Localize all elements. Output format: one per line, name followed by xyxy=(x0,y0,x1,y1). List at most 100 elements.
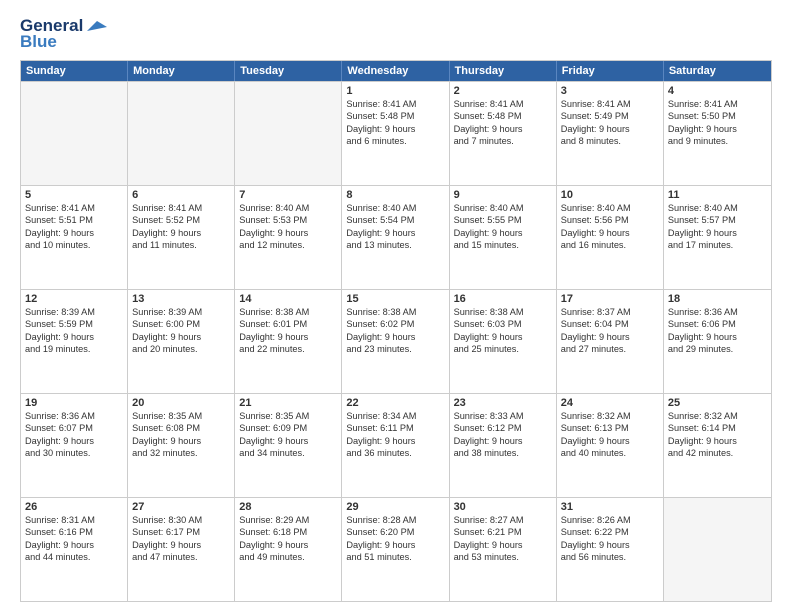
day-cell-11: 11 Sunrise: 8:40 AM Sunset: 5:57 PM Dayli… xyxy=(664,186,771,289)
day-number: 22 xyxy=(346,397,444,409)
day-number: 11 xyxy=(668,189,767,201)
day-cell-14: 14 Sunrise: 8:38 AM Sunset: 6:01 PM Dayli… xyxy=(235,290,342,393)
day-cell-28: 28 Sunrise: 8:29 AM Sunset: 6:18 PM Dayli… xyxy=(235,498,342,601)
week-row-3: 12Sunrise: 8:39 AM Sunset: 5:59 PM Dayli… xyxy=(21,289,771,393)
week-row-4: 19 Sunrise: 8:36 AM Sunset: 6:07 PM Dayli… xyxy=(21,393,771,497)
day-number: 16 xyxy=(454,293,552,305)
day-number: 14 xyxy=(239,293,337,305)
day-cell-26: 26Sunrise: 8:31 AM Sunset: 6:16 PM Dayli… xyxy=(21,498,128,601)
empty-cell xyxy=(235,82,342,185)
day-cell-18: 18 Sunrise: 8:36 AM Sunset: 6:06 PM Dayli… xyxy=(664,290,771,393)
day-header-thursday: Thursday xyxy=(450,61,557,81)
day-info: Sunrise: 8:40 AM Sunset: 5:55 PM Dayligh… xyxy=(454,203,524,250)
day-cell-24: 24 Sunrise: 8:32 AM Sunset: 6:13 PM Dayli… xyxy=(557,394,664,497)
day-header-monday: Monday xyxy=(128,61,235,81)
day-number: 18 xyxy=(668,293,767,305)
day-number: 7 xyxy=(239,189,337,201)
empty-cell xyxy=(128,82,235,185)
day-info: Sunrise: 8:38 AM Sunset: 6:03 PM Dayligh… xyxy=(454,307,524,354)
day-number: 19 xyxy=(25,397,123,409)
day-number: 25 xyxy=(668,397,767,409)
day-cell-21: 21 Sunrise: 8:35 AM Sunset: 6:09 PM Dayli… xyxy=(235,394,342,497)
day-number: 6 xyxy=(132,189,230,201)
day-number: 15 xyxy=(346,293,444,305)
day-info: Sunrise: 8:28 AM Sunset: 6:20 PM Dayligh… xyxy=(346,515,416,562)
day-info: Sunrise: 8:36 AM Sunset: 6:06 PM Dayligh… xyxy=(668,307,738,354)
day-info: Sunrise: 8:29 AM Sunset: 6:18 PM Dayligh… xyxy=(239,515,309,562)
day-cell-4: 4Sunrise: 8:41 AM Sunset: 5:50 PM Daylig… xyxy=(664,82,771,185)
day-number: 24 xyxy=(561,397,659,409)
calendar: SundayMondayTuesdayWednesdayThursdayFrid… xyxy=(20,60,772,602)
day-info: Sunrise: 8:40 AM Sunset: 5:53 PM Dayligh… xyxy=(239,203,309,250)
day-info: Sunrise: 8:31 AM Sunset: 6:16 PM Dayligh… xyxy=(25,515,95,562)
day-info: Sunrise: 8:38 AM Sunset: 6:02 PM Dayligh… xyxy=(346,307,416,354)
day-info: Sunrise: 8:41 AM Sunset: 5:49 PM Dayligh… xyxy=(561,99,631,146)
day-cell-29: 29 Sunrise: 8:28 AM Sunset: 6:20 PM Dayli… xyxy=(342,498,449,601)
day-info: Sunrise: 8:40 AM Sunset: 5:56 PM Dayligh… xyxy=(561,203,631,250)
day-number: 23 xyxy=(454,397,552,409)
day-info: Sunrise: 8:41 AM Sunset: 5:51 PM Dayligh… xyxy=(25,203,95,250)
day-header-sunday: Sunday xyxy=(21,61,128,81)
day-cell-20: 20Sunrise: 8:35 AM Sunset: 6:08 PM Dayli… xyxy=(128,394,235,497)
day-cell-10: 10Sunrise: 8:40 AM Sunset: 5:56 PM Dayli… xyxy=(557,186,664,289)
day-cell-9: 9 Sunrise: 8:40 AM Sunset: 5:55 PM Daylig… xyxy=(450,186,557,289)
week-row-2: 5 Sunrise: 8:41 AM Sunset: 5:51 PM Daylig… xyxy=(21,185,771,289)
day-cell-23: 23Sunrise: 8:33 AM Sunset: 6:12 PM Dayli… xyxy=(450,394,557,497)
day-number: 28 xyxy=(239,501,337,513)
day-number: 8 xyxy=(346,189,444,201)
calendar-header: SundayMondayTuesdayWednesdayThursdayFrid… xyxy=(21,61,771,81)
day-cell-3: 3 Sunrise: 8:41 AM Sunset: 5:49 PM Daylig… xyxy=(557,82,664,185)
header: General Blue xyxy=(20,16,772,52)
day-cell-7: 7 Sunrise: 8:40 AM Sunset: 5:53 PM Daylig… xyxy=(235,186,342,289)
day-cell-5: 5 Sunrise: 8:41 AM Sunset: 5:51 PM Daylig… xyxy=(21,186,128,289)
week-row-1: 1 Sunrise: 8:41 AM Sunset: 5:48 PM Daylig… xyxy=(21,81,771,185)
day-info: Sunrise: 8:40 AM Sunset: 5:57 PM Dayligh… xyxy=(668,203,738,250)
calendar-body: 1 Sunrise: 8:41 AM Sunset: 5:48 PM Daylig… xyxy=(21,81,771,601)
day-number: 2 xyxy=(454,85,552,97)
day-cell-25: 25Sunrise: 8:32 AM Sunset: 6:14 PM Dayli… xyxy=(664,394,771,497)
day-number: 29 xyxy=(346,501,444,513)
day-number: 13 xyxy=(132,293,230,305)
day-info: Sunrise: 8:38 AM Sunset: 6:01 PM Dayligh… xyxy=(239,307,309,354)
empty-cell xyxy=(21,82,128,185)
day-info: Sunrise: 8:35 AM Sunset: 6:09 PM Dayligh… xyxy=(239,411,309,458)
logo-blue: Blue xyxy=(20,32,57,52)
day-number: 21 xyxy=(239,397,337,409)
day-info: Sunrise: 8:39 AM Sunset: 6:00 PM Dayligh… xyxy=(132,307,202,354)
day-cell-13: 13 Sunrise: 8:39 AM Sunset: 6:00 PM Dayli… xyxy=(128,290,235,393)
day-info: Sunrise: 8:35 AM Sunset: 6:08 PM Dayligh… xyxy=(132,411,202,458)
day-header-friday: Friday xyxy=(557,61,664,81)
week-row-5: 26Sunrise: 8:31 AM Sunset: 6:16 PM Dayli… xyxy=(21,497,771,601)
day-cell-22: 22 Sunrise: 8:34 AM Sunset: 6:11 PM Dayli… xyxy=(342,394,449,497)
day-header-tuesday: Tuesday xyxy=(235,61,342,81)
day-cell-27: 27Sunrise: 8:30 AM Sunset: 6:17 PM Dayli… xyxy=(128,498,235,601)
day-cell-6: 6Sunrise: 8:41 AM Sunset: 5:52 PM Daylig… xyxy=(128,186,235,289)
day-info: Sunrise: 8:34 AM Sunset: 6:11 PM Dayligh… xyxy=(346,411,416,458)
day-info: Sunrise: 8:41 AM Sunset: 5:48 PM Dayligh… xyxy=(346,99,416,146)
day-info: Sunrise: 8:26 AM Sunset: 6:22 PM Dayligh… xyxy=(561,515,631,562)
day-number: 31 xyxy=(561,501,659,513)
day-header-wednesday: Wednesday xyxy=(342,61,449,81)
day-cell-12: 12Sunrise: 8:39 AM Sunset: 5:59 PM Dayli… xyxy=(21,290,128,393)
empty-cell xyxy=(664,498,771,601)
day-cell-31: 31 Sunrise: 8:26 AM Sunset: 6:22 PM Dayli… xyxy=(557,498,664,601)
day-cell-1: 1 Sunrise: 8:41 AM Sunset: 5:48 PM Daylig… xyxy=(342,82,449,185)
day-number: 4 xyxy=(668,85,767,97)
day-cell-16: 16 Sunrise: 8:38 AM Sunset: 6:03 PM Dayli… xyxy=(450,290,557,393)
day-cell-2: 2 Sunrise: 8:41 AM Sunset: 5:48 PM Daylig… xyxy=(450,82,557,185)
day-info: Sunrise: 8:32 AM Sunset: 6:13 PM Dayligh… xyxy=(561,411,631,458)
day-cell-17: 17 Sunrise: 8:37 AM Sunset: 6:04 PM Dayli… xyxy=(557,290,664,393)
day-info: Sunrise: 8:39 AM Sunset: 5:59 PM Dayligh… xyxy=(25,307,95,354)
day-number: 17 xyxy=(561,293,659,305)
day-info: Sunrise: 8:37 AM Sunset: 6:04 PM Dayligh… xyxy=(561,307,631,354)
day-info: Sunrise: 8:36 AM Sunset: 6:07 PM Dayligh… xyxy=(25,411,95,458)
day-number: 5 xyxy=(25,189,123,201)
day-cell-30: 30Sunrise: 8:27 AM Sunset: 6:21 PM Dayli… xyxy=(450,498,557,601)
day-cell-15: 15 Sunrise: 8:38 AM Sunset: 6:02 PM Dayli… xyxy=(342,290,449,393)
day-number: 1 xyxy=(346,85,444,97)
day-number: 3 xyxy=(561,85,659,97)
day-info: Sunrise: 8:40 AM Sunset: 5:54 PM Dayligh… xyxy=(346,203,416,250)
day-number: 9 xyxy=(454,189,552,201)
day-info: Sunrise: 8:41 AM Sunset: 5:48 PM Dayligh… xyxy=(454,99,524,146)
day-info: Sunrise: 8:30 AM Sunset: 6:17 PM Dayligh… xyxy=(132,515,202,562)
